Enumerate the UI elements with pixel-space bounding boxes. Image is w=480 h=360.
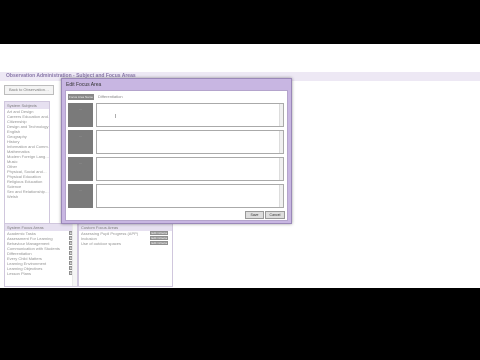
criteria-row-3: …: [68, 157, 284, 181]
criteria-row-4: …: [68, 184, 284, 208]
criteria-editor-3[interactable]: [96, 157, 284, 181]
editor-scrollbar[interactable]: [279, 158, 283, 180]
criteria-label-4: …: [68, 184, 93, 208]
text-cursor-icon: I: [115, 114, 117, 120]
focus-area-name-button[interactable]: Focus Area Name: [68, 94, 94, 100]
editor-scrollbar[interactable]: [279, 185, 283, 207]
focus-area-name-value: Differentiation: [98, 94, 123, 99]
criteria-label-2: …: [68, 130, 93, 154]
dialog-toolbar: Focus Area Name Differentiation: [68, 93, 283, 102]
criteria-editor-1[interactable]: I: [96, 103, 284, 127]
edit-focus-dialog: Edit Focus Area Focus Area Name Differen…: [61, 78, 292, 224]
app-window: Observation Administration - Subject and…: [0, 44, 480, 288]
dialog-title: Edit Focus Area: [66, 82, 102, 88]
editor-scrollbar[interactable]: [279, 104, 283, 126]
criteria-editor-2[interactable]: [96, 130, 284, 154]
save-button[interactable]: Save: [245, 211, 264, 219]
criteria-label-1: …: [68, 103, 93, 127]
criteria-editor-4[interactable]: [96, 184, 284, 208]
editor-scrollbar[interactable]: [279, 131, 283, 153]
criteria-label-3: …: [68, 157, 93, 181]
criteria-row-1: … I: [68, 103, 284, 127]
criteria-row-2: …: [68, 130, 284, 154]
cancel-button[interactable]: Cancel: [265, 211, 285, 219]
dialog-body: Focus Area Name Differentiation … I … …: [65, 90, 288, 221]
